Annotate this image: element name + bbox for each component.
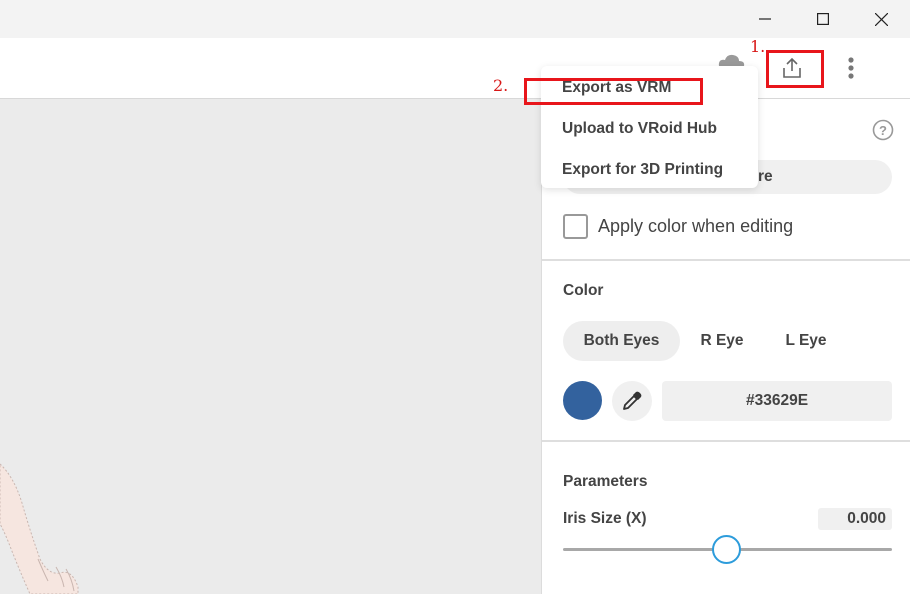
window-titlebar <box>0 0 910 38</box>
hex-color-value: #33629E <box>745 392 809 409</box>
character-hand-image <box>0 463 79 595</box>
eyedropper-icon <box>623 391 642 410</box>
step-2-label: 2. <box>493 76 509 95</box>
help-button[interactable]: ? <box>872 119 894 141</box>
tab-r-eye-label: R Eye <box>700 332 744 349</box>
iris-size-x-slider-handle[interactable] <box>712 535 741 564</box>
close-icon <box>874 12 888 26</box>
iris-size-x-input[interactable]: 0.000 <box>818 508 892 530</box>
highlight-box-step-2 <box>524 78 703 105</box>
color-heading: Color <box>563 282 604 299</box>
minimize-button[interactable] <box>736 0 794 38</box>
tab-both-eyes-label: Both Eyes <box>583 332 660 349</box>
more-options-button[interactable] <box>841 54 861 82</box>
highlight-box-step-1 <box>766 50 824 88</box>
iris-size-x-value: 0.000 <box>847 510 886 527</box>
menu-item-upload-vroid-hub[interactable]: Upload to VRoid Hub <box>562 120 717 138</box>
hex-color-input[interactable]: #33629E <box>662 381 892 421</box>
3d-viewport[interactable] <box>0 99 541 595</box>
eyedropper-button[interactable] <box>612 381 652 421</box>
more-vertical-icon <box>848 57 854 79</box>
tab-l-eye[interactable]: L Eye <box>768 321 844 361</box>
step-1-label: 1. <box>750 37 766 56</box>
parameters-heading: Parameters <box>563 473 648 490</box>
tab-r-eye[interactable]: R Eye <box>684 321 760 361</box>
maximize-icon <box>817 13 829 25</box>
tab-both-eyes[interactable]: Both Eyes <box>563 321 680 361</box>
minimize-icon <box>759 18 771 20</box>
close-button[interactable] <box>852 0 910 38</box>
section-divider <box>542 440 910 442</box>
color-swatch[interactable] <box>563 381 602 420</box>
menu-item-export-3d-printing[interactable]: Export for 3D Printing <box>562 161 723 179</box>
help-icon: ? <box>872 119 894 141</box>
apply-color-label: Apply color when editing <box>598 216 794 236</box>
maximize-button[interactable] <box>794 0 852 38</box>
svg-text:?: ? <box>879 123 887 138</box>
apply-color-checkbox[interactable] <box>563 214 588 239</box>
iris-size-x-label: Iris Size (X) <box>563 510 647 527</box>
section-divider <box>542 259 910 261</box>
hidden-pill-button-label: re <box>758 168 773 185</box>
tab-l-eye-label: L Eye <box>785 332 827 349</box>
